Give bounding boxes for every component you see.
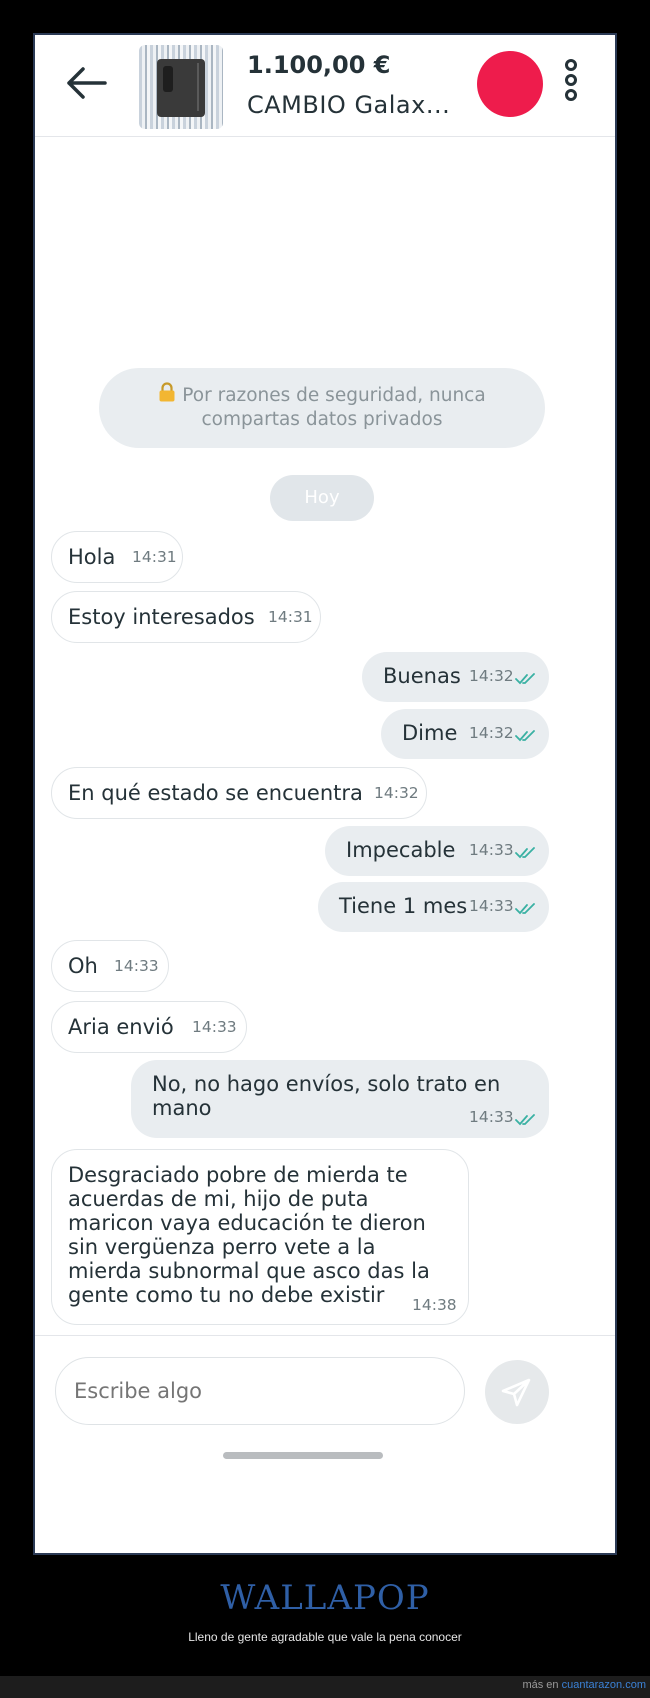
message-bubble-incoming[interactable]: Oh 14:33 xyxy=(51,940,169,992)
message-time: 14:33 xyxy=(469,1108,514,1126)
message-time: 14:32 xyxy=(469,724,514,742)
message-bubble-outgoing[interactable]: No, no hago envíos, solo trato en mano 14… xyxy=(131,1060,549,1138)
lock-icon xyxy=(159,382,175,402)
message-bubble-incoming[interactable]: Estoy interesados 14:31 xyxy=(51,591,321,643)
more-options-button[interactable] xyxy=(563,59,579,109)
message-time: 14:32 xyxy=(469,667,514,685)
message-text: Aria envió xyxy=(68,1015,174,1039)
message-text: Desgraciado pobre de mierda te acuerdas … xyxy=(68,1163,430,1307)
double-check-icon xyxy=(515,903,535,915)
message-input[interactable] xyxy=(55,1357,465,1425)
message-text: Buenas xyxy=(383,664,461,688)
message-time: 14:31 xyxy=(132,548,177,566)
chat-header: 1.100,00 € CAMBIO Galax... xyxy=(35,35,615,137)
message-text: En qué estado se encuentra xyxy=(68,781,363,805)
product-price: 1.100,00 € xyxy=(247,51,391,79)
message-text: Oh xyxy=(68,954,98,978)
more-vertical-icon xyxy=(563,59,579,101)
composer-divider xyxy=(35,1335,615,1336)
message-time: 14:33 xyxy=(469,841,514,859)
message-time: 14:38 xyxy=(412,1296,457,1314)
security-notice-text: Por razones de seguridad, nunca comparta… xyxy=(182,385,486,430)
send-button[interactable] xyxy=(485,1360,549,1424)
message-time: 14:33 xyxy=(469,897,514,915)
message-time: 14:32 xyxy=(374,784,419,802)
message-bubble-incoming[interactable]: En qué estado se encuentra 14:32 xyxy=(51,767,427,819)
message-text: Impecable xyxy=(346,838,456,862)
site-footer: más en cuantarazon.com xyxy=(0,1676,650,1698)
message-text: No, no hago envíos, solo trato en mano xyxy=(152,1072,501,1120)
footer-prefix: más en xyxy=(522,1679,559,1691)
double-check-icon xyxy=(515,1114,535,1126)
message-text: Hola xyxy=(68,545,116,569)
message-bubble-outgoing[interactable]: Dime 14:32 xyxy=(381,709,549,759)
home-indicator[interactable] xyxy=(223,1452,383,1459)
message-bubble-outgoing[interactable]: Buenas 14:32 xyxy=(362,652,549,702)
product-thumbnail[interactable] xyxy=(139,45,223,129)
send-icon xyxy=(501,1378,531,1407)
caption-title: WALLAPOP xyxy=(220,1578,430,1618)
back-arrow-icon xyxy=(67,67,107,99)
message-time: 14:33 xyxy=(192,1018,237,1036)
message-bubble-outgoing[interactable]: Impecable 14:33 xyxy=(325,826,549,876)
date-chip: Hoy xyxy=(270,475,374,521)
product-title[interactable]: CAMBIO Galax... xyxy=(247,91,450,119)
user-avatar[interactable] xyxy=(477,51,543,117)
message-text: Dime xyxy=(402,721,458,745)
security-notice: Por razones de seguridad, nunca comparta… xyxy=(99,368,545,448)
double-check-icon xyxy=(515,730,535,742)
message-text: Tiene 1 mes xyxy=(339,894,468,918)
footer-site-link[interactable]: cuantarazon.com xyxy=(562,1679,646,1691)
message-bubble-outgoing[interactable]: Tiene 1 mes 14:33 xyxy=(318,882,549,932)
message-text: Estoy interesados xyxy=(68,605,255,629)
chat-screen: 1.100,00 € CAMBIO Galax... Por razones d… xyxy=(33,33,617,1555)
message-time: 14:33 xyxy=(114,957,159,975)
double-check-icon xyxy=(515,847,535,859)
message-time: 14:31 xyxy=(268,608,313,626)
caption-subtitle: Lleno de gente agradable que vale la pen… xyxy=(188,1630,462,1644)
double-check-icon xyxy=(515,673,535,685)
message-bubble-incoming[interactable]: Aria envió 14:33 xyxy=(51,1001,247,1053)
message-bubble-incoming[interactable]: Hola 14:31 xyxy=(51,531,183,583)
back-button[interactable] xyxy=(63,63,109,103)
message-bubble-incoming[interactable]: Desgraciado pobre de mierda te acuerdas … xyxy=(51,1149,469,1325)
